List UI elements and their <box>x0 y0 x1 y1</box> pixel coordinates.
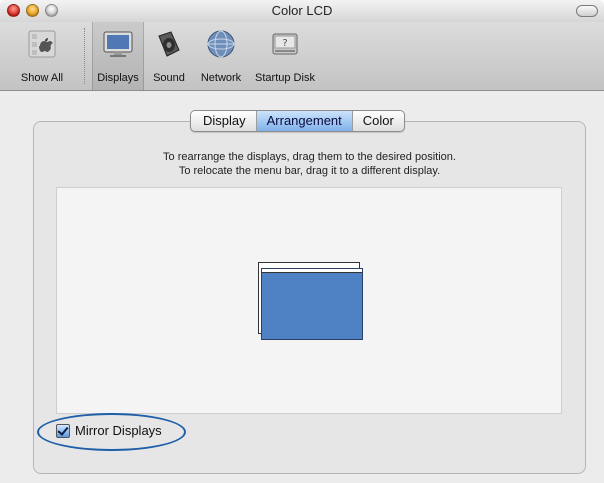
tab-color[interactable]: Color <box>351 111 404 131</box>
speaker-icon <box>158 31 180 57</box>
toolbar-label: Startup Disk <box>255 72 315 84</box>
title-bar[interactable]: Color LCD <box>0 0 604 22</box>
network-globe-icon <box>207 30 235 58</box>
preferences-window: Color LCD Show All Displays Sound Networ… <box>0 0 604 483</box>
hard-disk-icon: ? <box>272 33 298 55</box>
instructions-text: To rearrange the displays, drag them to … <box>33 150 586 178</box>
toolbar-separator <box>84 28 85 84</box>
toolbar-label: Sound <box>153 72 185 84</box>
mirror-displays-option[interactable]: Mirror Displays <box>56 423 162 438</box>
toolbar-label: Displays <box>97 72 139 84</box>
toolbar-label: Network <box>200 72 242 84</box>
toolbar: Show All Displays Sound Network ? Startu… <box>0 22 604 91</box>
toolbar-sound[interactable]: Sound <box>148 22 190 90</box>
tab-display[interactable]: Display <box>191 111 256 131</box>
tab-arrangement[interactable]: Arrangement <box>255 111 352 131</box>
mirror-displays-checkbox[interactable] <box>56 423 70 438</box>
display-thumbnail[interactable] <box>261 268 363 340</box>
instruction-line-1: To rearrange the displays, drag them to … <box>163 151 456 163</box>
mirror-displays-label: Mirror Displays <box>75 423 162 438</box>
toolbar-displays[interactable]: Displays <box>92 22 144 90</box>
toolbar-network[interactable]: Network <box>193 22 249 90</box>
window-title: Color LCD <box>271 3 333 18</box>
svg-text:?: ? <box>282 38 287 49</box>
toolbar-label: Show All <box>20 72 64 84</box>
apple-grid-icon <box>28 30 56 58</box>
instruction-line-2: To relocate the menu bar, drag it to a d… <box>178 165 441 177</box>
toolbar-show-all[interactable]: Show All <box>0 22 84 90</box>
display-icon <box>103 31 133 57</box>
toolbar-startup-disk[interactable]: ? Startup Disk <box>252 22 318 90</box>
tab-bar: Display Arrangement Color <box>190 110 405 132</box>
toolbar-toggle-button[interactable] <box>576 5 598 17</box>
